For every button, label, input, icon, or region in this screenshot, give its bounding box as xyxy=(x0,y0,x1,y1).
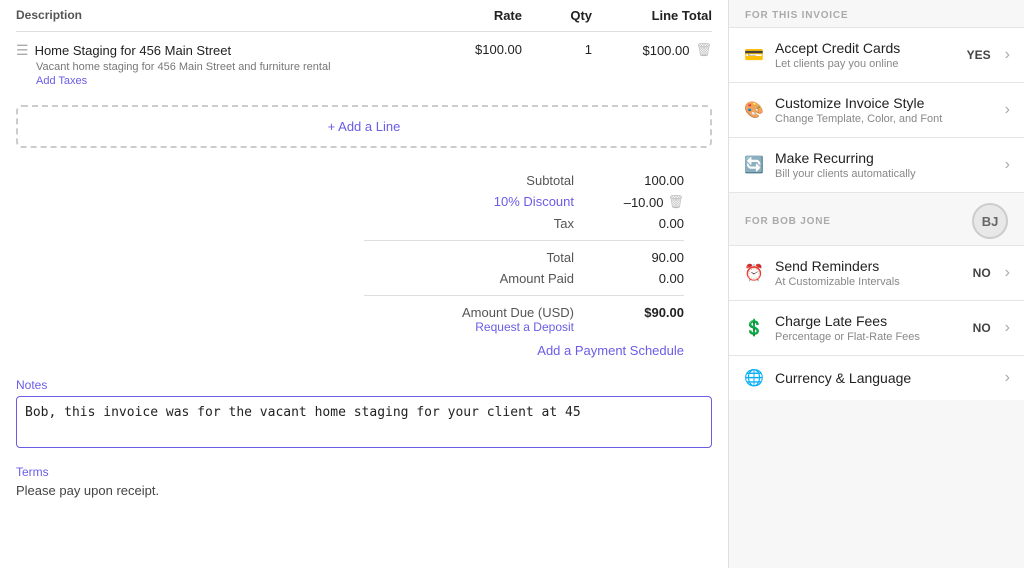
reminders-content: Send Reminders At Customizable Intervals xyxy=(775,258,963,288)
credit-cards-subtitle: Let clients pay you online xyxy=(775,58,957,70)
col-rate-header: Rate xyxy=(422,8,522,23)
discount-value: –10.00 🗑 xyxy=(614,194,684,210)
currency-content: Currency & Language xyxy=(775,370,995,386)
line-item-total-wrap: $100.00 🗑 xyxy=(592,42,712,58)
recurring-content: Make Recurring Bill your clients automat… xyxy=(775,150,995,180)
late-fees-subtitle: Percentage or Flat-Rate Fees xyxy=(775,331,963,343)
totals-divider xyxy=(364,240,684,241)
amount-due-row: Amount Due (USD) Request a Deposit $90.0… xyxy=(364,302,684,337)
reminders-title: Send Reminders xyxy=(775,258,963,274)
line-item-row: ☰ Home Staging for 456 Main Street Vacan… xyxy=(16,32,712,91)
total-label: Total xyxy=(454,250,574,265)
add-taxes-link[interactable]: Add Taxes xyxy=(36,75,422,87)
amount-due-value: $90.00 xyxy=(614,305,684,334)
amount-due-main-label: Amount Due (USD) xyxy=(454,305,574,320)
amount-due-label-wrap: Amount Due (USD) Request a Deposit xyxy=(454,305,574,334)
total-value: 90.00 xyxy=(614,250,684,265)
notes-section: Notes Bob, this invoice was for the vaca… xyxy=(16,378,712,451)
invoice-style-icon: 🎨 xyxy=(743,100,765,120)
make-recurring-item[interactable]: 🔄 Make Recurring Bill your clients autom… xyxy=(729,138,1024,193)
recurring-icon: 🔄 xyxy=(743,155,765,175)
invoice-style-subtitle: Change Template, Color, and Font xyxy=(775,113,995,125)
credit-card-icon: 💳 xyxy=(743,45,765,65)
recurring-subtitle: Bill your clients automatically xyxy=(775,168,995,180)
late-fees-item[interactable]: 💲 Charge Late Fees Percentage or Flat-Ra… xyxy=(729,301,1024,356)
request-deposit-link[interactable]: Request a Deposit xyxy=(454,320,574,334)
reminders-icon: ⏰ xyxy=(743,263,765,283)
col-description-header: Description xyxy=(16,8,422,23)
currency-icon: 🌐 xyxy=(743,368,765,388)
col-total-header: Line Total xyxy=(592,8,712,23)
notes-input[interactable]: Bob, this invoice was for the vacant hom… xyxy=(16,396,712,448)
tax-row: Tax 0.00 xyxy=(364,213,684,234)
totals-divider-2 xyxy=(364,295,684,296)
invoice-style-item[interactable]: 🎨 Customize Invoice Style Change Templat… xyxy=(729,83,1024,138)
subtotal-value: 100.00 xyxy=(614,173,684,188)
subtotal-row: Subtotal 100.00 xyxy=(364,170,684,191)
credit-cards-item[interactable]: 💳 Accept Credit Cards Let clients pay yo… xyxy=(729,28,1024,83)
line-item-total: $100.00 xyxy=(642,43,689,58)
discount-row: 10% Discount –10.00 🗑 xyxy=(364,191,684,213)
credit-cards-arrow-icon: › xyxy=(1005,46,1010,64)
total-row: Total 90.00 xyxy=(364,247,684,268)
reminders-badge: NO xyxy=(973,266,991,280)
credit-cards-content: Accept Credit Cards Let clients pay you … xyxy=(775,40,957,70)
line-item-title: Home Staging for 456 Main Street xyxy=(35,43,232,58)
drag-handle-icon[interactable]: ☰ xyxy=(16,42,29,59)
payment-schedule-link[interactable]: Add a Payment Schedule xyxy=(537,343,684,358)
reminders-arrow-icon: › xyxy=(1005,264,1010,282)
left-panel: Description Rate Qty Line Total ☰ Home S… xyxy=(0,0,729,568)
amount-paid-row: Amount Paid 0.00 xyxy=(364,268,684,289)
amount-paid-label: Amount Paid xyxy=(454,271,574,286)
late-fees-badge: NO xyxy=(973,321,991,335)
totals-section: Subtotal 100.00 10% Discount –10.00 🗑 Ta… xyxy=(16,170,712,358)
currency-arrow-icon: › xyxy=(1005,369,1010,387)
late-fees-content: Charge Late Fees Percentage or Flat-Rate… xyxy=(775,313,963,343)
line-item-description: ☰ Home Staging for 456 Main Street Vacan… xyxy=(16,42,422,87)
tax-value: 0.00 xyxy=(614,216,684,231)
terms-text: Please pay upon receipt. xyxy=(16,483,712,498)
send-reminders-item[interactable]: ⏰ Send Reminders At Customizable Interva… xyxy=(729,246,1024,301)
client-avatar: BJ xyxy=(972,203,1008,239)
terms-section: Terms Please pay upon receipt. xyxy=(16,465,712,498)
terms-label: Terms xyxy=(16,465,712,479)
tax-label: Tax xyxy=(454,216,574,231)
amount-paid-value: 0.00 xyxy=(614,271,684,286)
line-item-rate: $100.00 xyxy=(422,42,522,57)
line-item-qty: 1 xyxy=(522,42,592,57)
reminders-subtitle: At Customizable Intervals xyxy=(775,276,963,288)
late-fees-arrow-icon: › xyxy=(1005,319,1010,337)
col-qty-header: Qty xyxy=(522,8,592,23)
remove-discount-icon[interactable]: 🗑 xyxy=(667,194,684,210)
discount-label[interactable]: 10% Discount xyxy=(454,194,574,210)
currency-item[interactable]: 🌐 Currency & Language › xyxy=(729,356,1024,400)
late-fees-title: Charge Late Fees xyxy=(775,313,963,329)
invoice-style-arrow-icon: › xyxy=(1005,101,1010,119)
for-this-invoice-header: FOR THIS INVOICE xyxy=(729,0,1024,27)
notes-label: Notes xyxy=(16,378,712,392)
currency-title: Currency & Language xyxy=(775,370,995,386)
table-header: Description Rate Qty Line Total xyxy=(16,0,712,32)
invoice-style-content: Customize Invoice Style Change Template,… xyxy=(775,95,995,125)
credit-cards-title: Accept Credit Cards xyxy=(775,40,957,56)
subtotal-label: Subtotal xyxy=(454,173,574,188)
recurring-title: Make Recurring xyxy=(775,150,995,166)
line-item-subtitle: Vacant home staging for 456 Main Street … xyxy=(36,61,422,73)
for-client-label: FOR BOB JONE xyxy=(745,216,831,227)
credit-cards-badge: YES xyxy=(967,48,991,62)
add-line-button[interactable]: + Add a Line xyxy=(16,105,712,148)
for-client-section: FOR BOB JONE BJ xyxy=(729,193,1024,245)
right-panel: FOR THIS INVOICE 💳 Accept Credit Cards L… xyxy=(729,0,1024,568)
recurring-arrow-icon: › xyxy=(1005,156,1010,174)
delete-line-icon[interactable]: 🗑 xyxy=(695,42,712,58)
invoice-style-title: Customize Invoice Style xyxy=(775,95,995,111)
late-fees-icon: 💲 xyxy=(743,318,765,338)
